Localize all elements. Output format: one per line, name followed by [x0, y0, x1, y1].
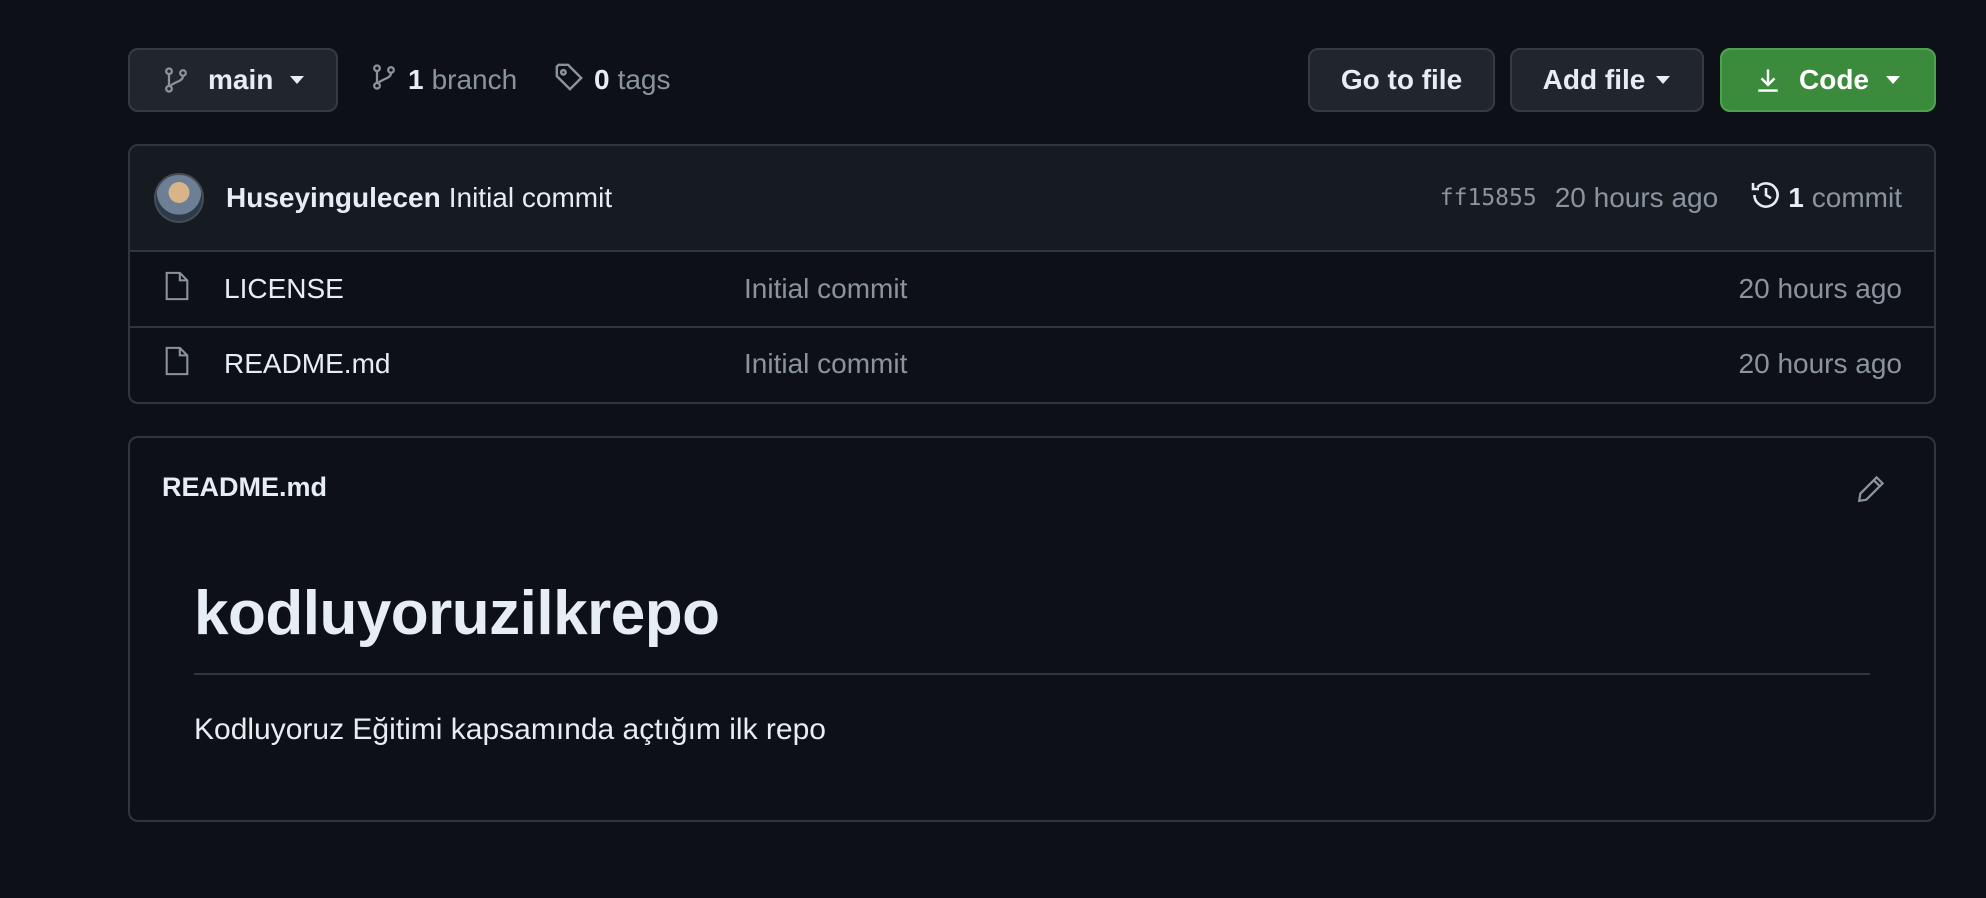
- file-table: Huseyingulecen Initial commit ff15855 20…: [128, 144, 1936, 404]
- file-row: README.md Initial commit 20 hours ago: [130, 326, 1934, 400]
- file-name-link[interactable]: README.md: [224, 348, 744, 380]
- commit-sha-link[interactable]: ff15855: [1440, 185, 1537, 211]
- repo-file-browser: main 1 branch 0 tags Go to file Add file…: [128, 48, 1936, 822]
- repo-toolbar: main 1 branch 0 tags Go to file Add file…: [128, 48, 1936, 112]
- readme-paragraph: Kodluyoruz Eğitimi kapsamında açtığım il…: [194, 713, 826, 746]
- branch-label: branch: [431, 64, 518, 95]
- pencil-icon: [1856, 475, 1886, 508]
- commit-message-link[interactable]: Initial commit: [449, 182, 612, 214]
- tags-link[interactable]: 0 tags: [554, 48, 671, 112]
- avatar[interactable]: [154, 173, 204, 223]
- file-icon: [164, 271, 190, 308]
- chevron-down-icon: [1885, 75, 1901, 85]
- add-file-label: Add file: [1542, 64, 1646, 95]
- go-to-file-button[interactable]: Go to file: [1308, 48, 1495, 112]
- commit-history-link[interactable]: 1 commit: [1750, 179, 1902, 218]
- file-icon: [164, 346, 190, 383]
- readme-filename-link[interactable]: README.md: [162, 472, 327, 503]
- commit-count: 1: [1788, 182, 1804, 213]
- file-commit-time: 20 hours ago: [1738, 273, 1902, 304]
- readme-content: kodluyoruzilkrepo Kodluyoruz Eğitimi kap…: [194, 578, 1870, 747]
- file-commit-message-link[interactable]: Initial commit: [744, 348, 907, 380]
- readme-panel: README.md kodluyoruzilkrepo Kodluyoruz E…: [128, 436, 1936, 822]
- chevron-down-icon: [1655, 75, 1671, 85]
- tag-icon: [554, 62, 584, 99]
- branches-link[interactable]: 1 branch: [370, 48, 517, 112]
- readme-heading: kodluyoruzilkrepo: [194, 578, 1870, 675]
- chevron-down-icon: [289, 75, 305, 85]
- commit-label: commit: [1811, 182, 1902, 213]
- git-branch-icon: [162, 65, 190, 95]
- file-commit-message-link[interactable]: Initial commit: [744, 273, 907, 305]
- file-row: LICENSE Initial commit 20 hours ago: [130, 252, 1934, 326]
- history-icon: [1750, 179, 1782, 218]
- code-button[interactable]: Code: [1720, 48, 1936, 112]
- go-to-file-label: Go to file: [1340, 64, 1463, 95]
- branch-select-button[interactable]: main: [128, 48, 338, 112]
- add-file-button[interactable]: Add file: [1510, 48, 1704, 112]
- file-name-link[interactable]: LICENSE: [224, 273, 744, 305]
- branch-count: 1: [408, 64, 424, 95]
- download-icon: [1755, 66, 1781, 94]
- latest-commit-row: Huseyingulecen Initial commit ff15855 20…: [130, 146, 1934, 252]
- git-branch-icon: [370, 62, 398, 99]
- file-commit-time: 20 hours ago: [1738, 348, 1902, 379]
- edit-readme-button[interactable]: [1856, 474, 1886, 509]
- commit-author-link[interactable]: Huseyingulecen: [226, 182, 441, 214]
- tag-label: tags: [617, 64, 671, 95]
- code-label: Code: [1799, 64, 1869, 95]
- tag-count: 0: [594, 64, 610, 95]
- branch-name: main: [208, 64, 274, 95]
- commit-time: 20 hours ago: [1554, 182, 1719, 213]
